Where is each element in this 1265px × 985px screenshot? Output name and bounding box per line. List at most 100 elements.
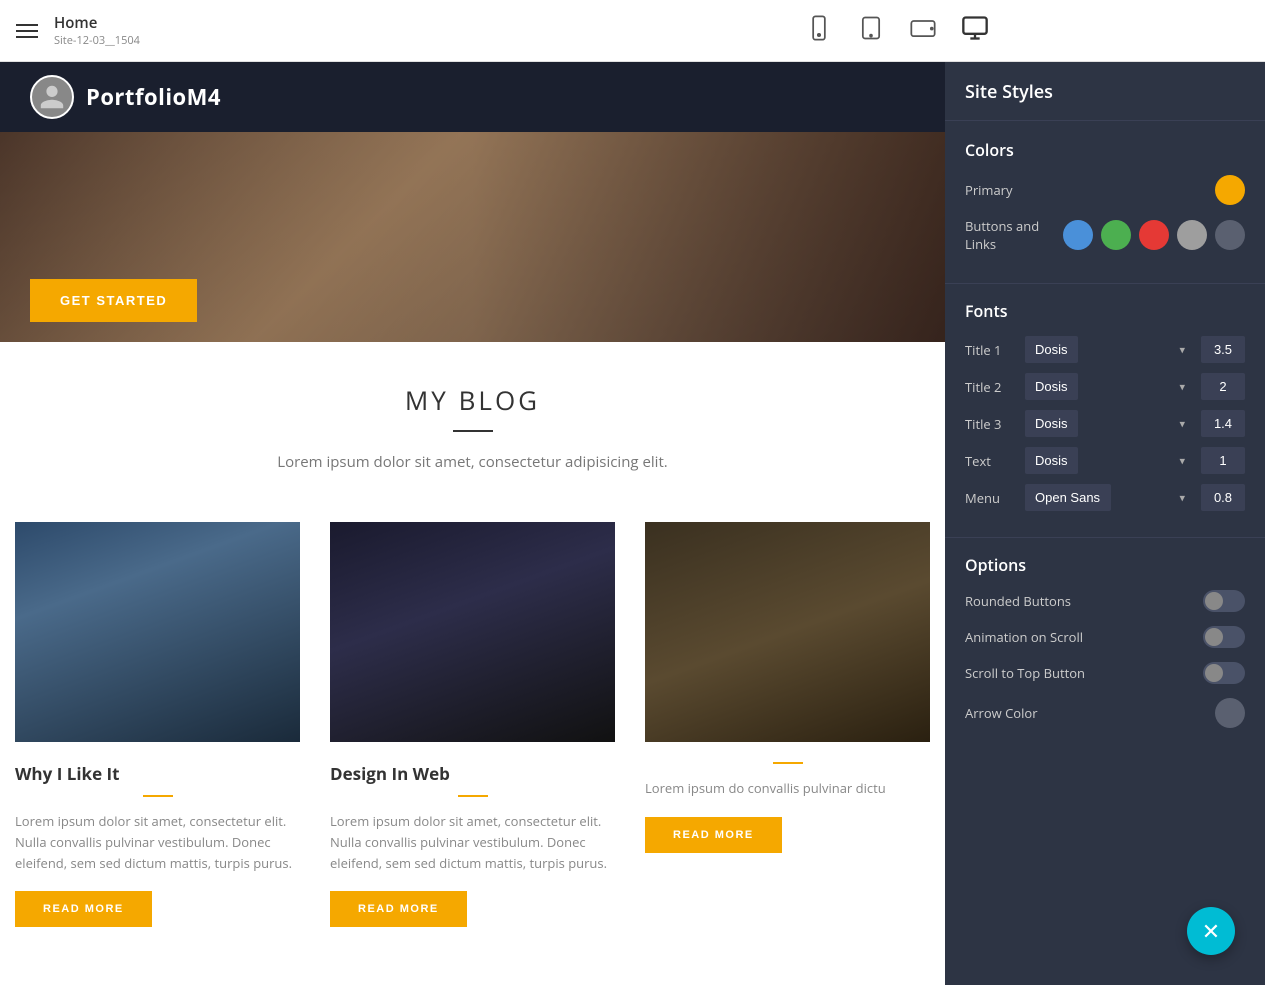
font-select-text[interactable]: Dosis xyxy=(1025,447,1078,474)
blog-card-1: Why I Like It Lorem ipsum dolor sit amet… xyxy=(0,522,315,947)
blog-card-text-2: Lorem ipsum dolor sit amet, consectetur … xyxy=(330,811,615,873)
font-select-title2[interactable]: Dosis xyxy=(1025,373,1078,400)
font-select-menu[interactable]: Open Sans xyxy=(1025,484,1111,511)
font-select-wrap-text: Dosis xyxy=(1025,447,1193,474)
options-section: Options Rounded Buttons Animation on Scr… xyxy=(945,538,1265,758)
fonts-section: Fonts Title 1 Dosis Title 2 Dosis xyxy=(945,284,1265,538)
hamburger-menu[interactable] xyxy=(16,24,38,38)
blog-section: MY BLOG Lorem ipsum dolor sit amet, cons… xyxy=(0,342,945,522)
sidebar-title: Site Styles xyxy=(965,80,1245,104)
blog-card-title-2: Design In Web xyxy=(330,762,615,785)
main-layout: PortfolioM4 GET STARTED MY BLOG Lorem ip… xyxy=(0,62,1265,985)
read-more-button-2[interactable]: READ MORE xyxy=(330,891,467,927)
font-size-title3[interactable] xyxy=(1201,410,1245,437)
logo-area: PortfolioM4 xyxy=(30,75,221,119)
font-row-title1: Title 1 Dosis xyxy=(965,336,1245,363)
color-swatch-green[interactable] xyxy=(1101,220,1131,250)
preview-area: PortfolioM4 GET STARTED MY BLOG Lorem ip… xyxy=(0,62,945,985)
font-size-title1[interactable] xyxy=(1201,336,1245,363)
top-bar: Home Site-12-03__1504 xyxy=(0,0,1265,62)
tablet-icon[interactable] xyxy=(857,14,885,47)
blog-card-divider-1 xyxy=(143,795,173,797)
blog-card-image-2 xyxy=(330,522,615,742)
blog-card-image-3 xyxy=(645,522,930,742)
primary-color-row: Primary xyxy=(965,175,1245,205)
font-row-menu: Menu Open Sans xyxy=(965,484,1245,511)
font-label-title1: Title 1 xyxy=(965,341,1017,359)
mobile-icon[interactable] xyxy=(805,14,833,47)
blog-card-title-1: Why I Like It xyxy=(15,762,300,785)
font-select-wrap-title3: Dosis xyxy=(1025,410,1193,437)
color-swatch-gray[interactable] xyxy=(1177,220,1207,250)
blog-card-text-1: Lorem ipsum dolor sit amet, consectetur … xyxy=(15,811,300,873)
font-size-title2[interactable] xyxy=(1201,373,1245,400)
buttons-links-label: Buttons and Links xyxy=(965,217,1063,253)
blog-card-image-1 xyxy=(15,522,300,742)
font-row-title2: Title 2 Dosis xyxy=(965,373,1245,400)
blog-title: MY BLOG xyxy=(20,382,925,418)
scroll-top-knob xyxy=(1205,664,1223,682)
font-size-text[interactable] xyxy=(1201,447,1245,474)
sidebar: Site Styles Colors Primary Buttons and L… xyxy=(945,62,1265,985)
font-row-text: Text Dosis xyxy=(965,447,1245,474)
options-section-title: Options xyxy=(965,554,1245,576)
read-more-button-1[interactable]: READ MORE xyxy=(15,891,152,927)
page-subtitle: Site-12-03__1504 xyxy=(54,33,789,48)
buttons-links-row: Buttons and Links xyxy=(965,217,1245,253)
color-swatch-darkgray[interactable] xyxy=(1215,220,1245,250)
font-select-wrap-title2: Dosis xyxy=(1025,373,1193,400)
primary-color-swatch[interactable] xyxy=(1215,175,1245,205)
arrow-color-swatch[interactable] xyxy=(1215,698,1245,728)
device-icons xyxy=(805,14,989,47)
blog-grid: Why I Like It Lorem ipsum dolor sit amet… xyxy=(0,522,945,947)
animation-scroll-toggle[interactable] xyxy=(1203,626,1245,648)
fonts-section-title: Fonts xyxy=(965,300,1245,322)
tablet-landscape-icon[interactable] xyxy=(909,14,937,47)
color-swatches xyxy=(1063,220,1245,250)
animation-scroll-row: Animation on Scroll xyxy=(965,626,1245,648)
fab-icon: ✕ xyxy=(1202,916,1220,946)
blog-card-divider-3 xyxy=(773,762,803,764)
blog-card-text-3: Lorem ipsum do convallis pulvinar dictu xyxy=(645,778,930,799)
rounded-buttons-row: Rounded Buttons xyxy=(965,590,1245,612)
font-label-title3: Title 3 xyxy=(965,415,1017,433)
desktop-icon[interactable] xyxy=(961,14,989,47)
colors-section-title: Colors xyxy=(965,139,1245,161)
colors-section: Colors Primary Buttons and Links xyxy=(945,121,1265,284)
logo-text: PortfolioM4 xyxy=(86,82,221,112)
font-select-title3[interactable]: Dosis xyxy=(1025,410,1078,437)
font-select-title1[interactable]: Dosis xyxy=(1025,336,1078,363)
font-select-wrap-title1: Dosis xyxy=(1025,336,1193,363)
site-header: PortfolioM4 xyxy=(0,62,945,132)
sidebar-header: Site Styles xyxy=(945,62,1265,121)
rounded-buttons-toggle[interactable] xyxy=(1203,590,1245,612)
blog-card-2: Design In Web Lorem ipsum dolor sit amet… xyxy=(315,522,630,947)
color-swatch-blue[interactable] xyxy=(1063,220,1093,250)
animation-scroll-label: Animation on Scroll xyxy=(965,628,1083,646)
primary-label: Primary xyxy=(965,181,1013,199)
blog-divider xyxy=(453,430,493,432)
get-started-button[interactable]: GET STARTED xyxy=(30,279,197,322)
font-label-text: Text xyxy=(965,452,1017,470)
animation-scroll-knob xyxy=(1205,628,1223,646)
arrow-color-row: Arrow Color xyxy=(965,698,1245,728)
rounded-buttons-label: Rounded Buttons xyxy=(965,592,1071,610)
rounded-buttons-knob xyxy=(1205,592,1223,610)
page-title: Home xyxy=(54,13,789,33)
read-more-button-3[interactable]: READ MORE xyxy=(645,817,782,853)
font-label-menu: Menu xyxy=(965,489,1017,507)
font-row-title3: Title 3 Dosis xyxy=(965,410,1245,437)
logo-avatar xyxy=(30,75,74,119)
color-swatch-red[interactable] xyxy=(1139,220,1169,250)
font-label-title2: Title 2 xyxy=(965,378,1017,396)
hero-image: GET STARTED xyxy=(0,132,945,342)
page-info: Home Site-12-03__1504 xyxy=(54,13,789,48)
scroll-top-row: Scroll to Top Button xyxy=(965,662,1245,684)
blog-card-divider-2 xyxy=(458,795,488,797)
blog-card-3: Lorem ipsum do convallis pulvinar dictu … xyxy=(630,522,945,947)
arrow-color-label: Arrow Color xyxy=(965,704,1038,722)
fab-button[interactable]: ✕ xyxy=(1187,907,1235,955)
font-size-menu[interactable] xyxy=(1201,484,1245,511)
scroll-top-toggle[interactable] xyxy=(1203,662,1245,684)
font-select-wrap-menu: Open Sans xyxy=(1025,484,1193,511)
